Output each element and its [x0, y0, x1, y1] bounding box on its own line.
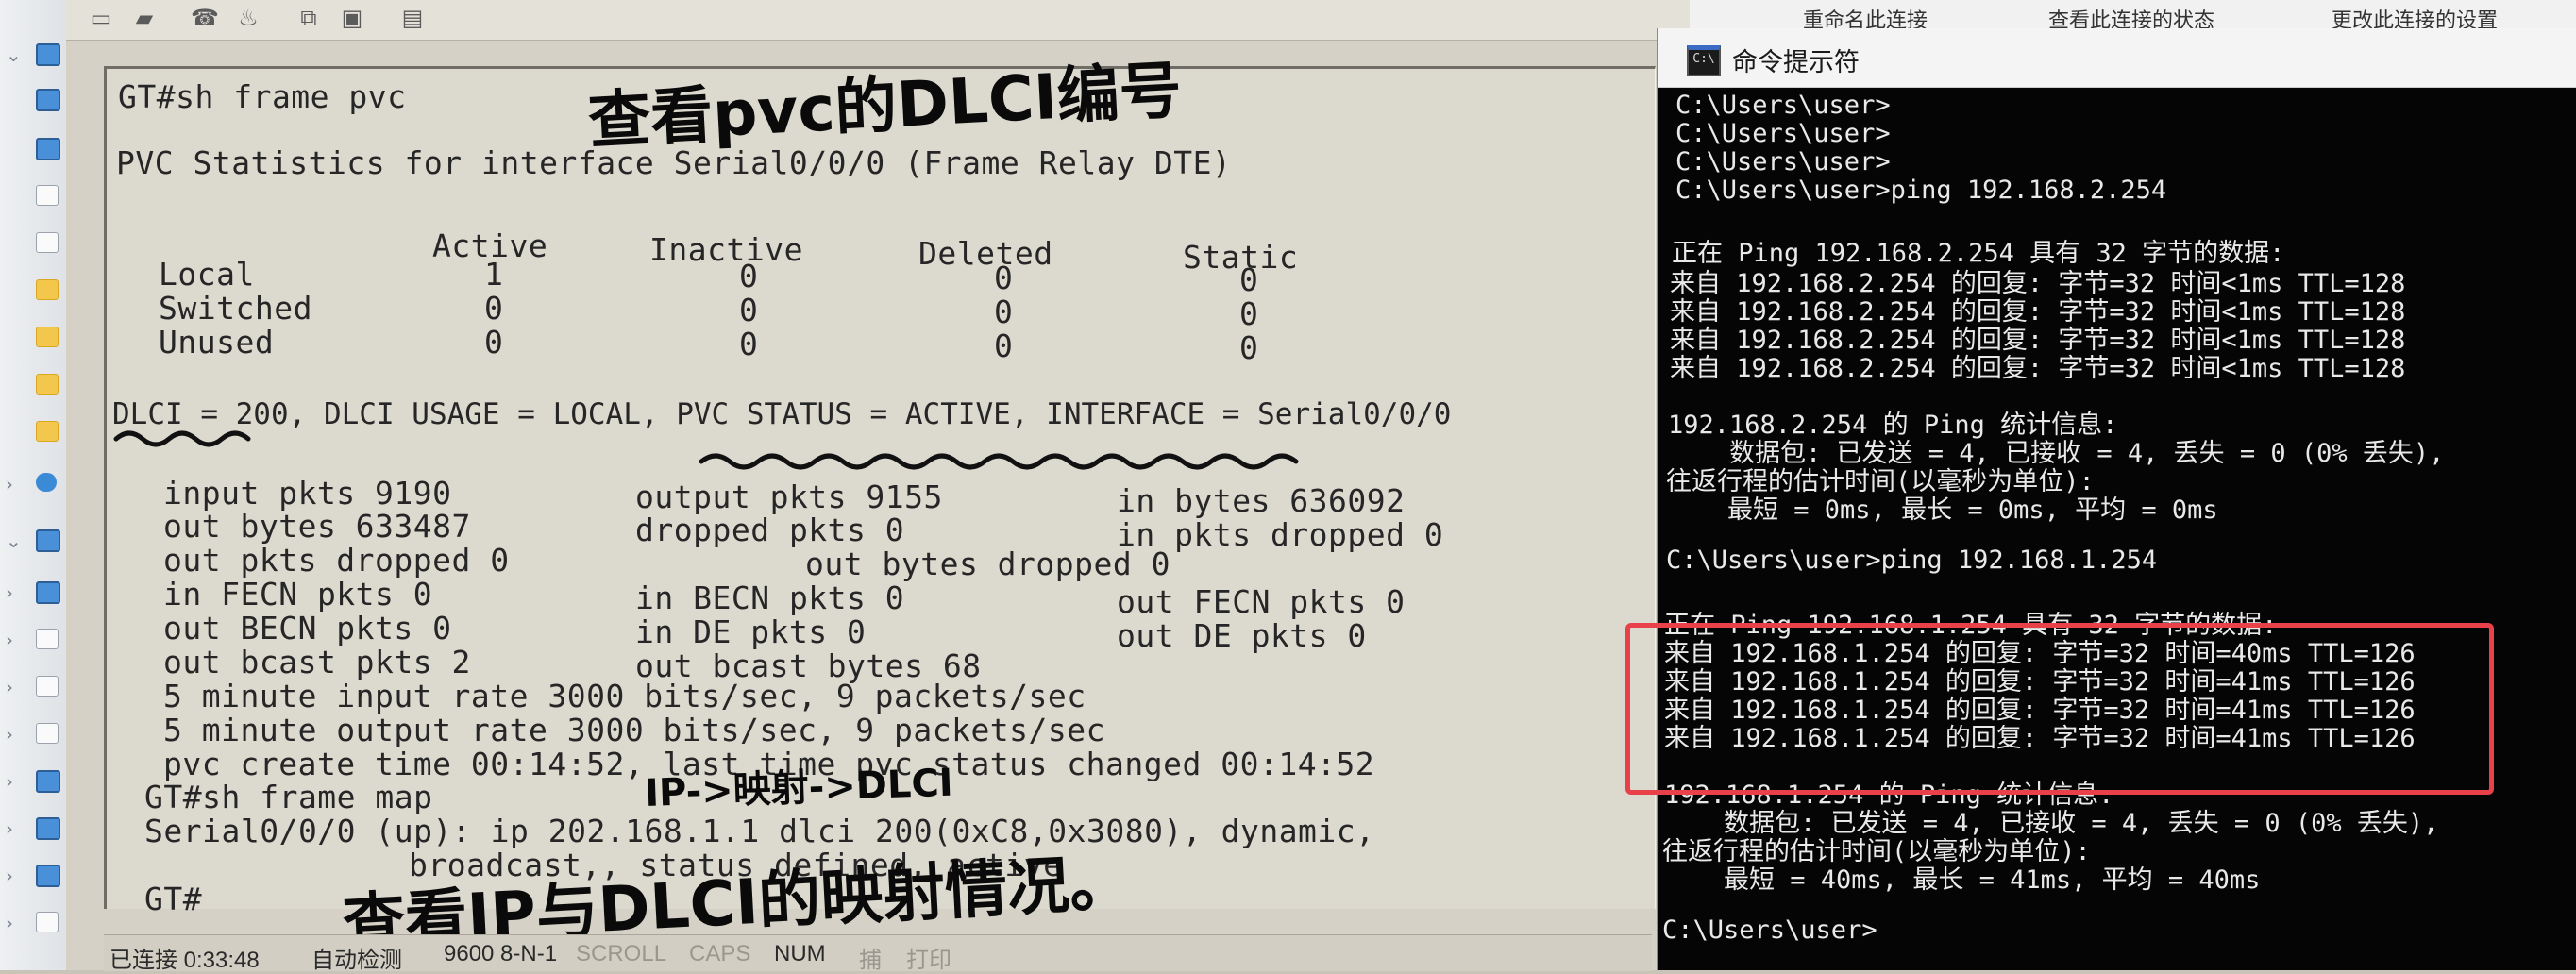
cmd-line: C:\Users\user>	[1675, 91, 1891, 120]
drive-icon	[36, 912, 59, 932]
window-title: 命令提示符	[1732, 48, 1860, 77]
paste-icon[interactable]: ▣	[336, 4, 368, 32]
sidebar-item[interactable]	[0, 132, 66, 164]
sidebar-item[interactable]: ›	[0, 467, 66, 499]
cmd-icon: C:\	[1687, 45, 1721, 76]
folder-icon	[36, 279, 59, 300]
cmd-line: C:\Users\user>ping 192.168.2.254	[1675, 176, 2167, 205]
cmd-line: 最短 = 40ms, 最长 = 41ms, 平均 = 40ms	[1662, 865, 2261, 895]
sidebar-item[interactable]: ›	[0, 717, 66, 749]
cmd-line: 最短 = 0ms, 最长 = 0ms, 平均 = 0ms	[1666, 495, 2218, 525]
open-icon[interactable]: ▰	[128, 4, 160, 32]
sidebar-item[interactable]	[0, 274, 66, 306]
sidebar-item[interactable]	[0, 321, 66, 353]
chevron-icon[interactable]: ⌄	[6, 43, 22, 66]
picture-icon	[36, 232, 59, 253]
properties-icon[interactable]: ▤	[396, 4, 429, 32]
status-scroll: SCROLL	[576, 941, 667, 966]
terminal-screen[interactable]: GT#sh frame pvc PVC Statistics for inter…	[104, 54, 1656, 960]
status-port: 9600 8-N-1	[444, 941, 558, 966]
explorer-sidebar: ⌄ › ⌄ › › › › › › › ›	[0, 0, 67, 970]
sidebar-item[interactable]: ›	[0, 764, 66, 797]
cmd-window[interactable]: C:\ 命令提示符 C:\Users\user> C:\Users\user> C:…	[1657, 28, 2576, 970]
chevron-icon[interactable]: ›	[6, 473, 13, 495]
sidebar-item[interactable]: ›	[0, 623, 66, 655]
squiggle-dlci	[113, 430, 251, 447]
folder-icon	[36, 421, 59, 442]
folder-icon	[36, 327, 59, 347]
status-capture: 捕	[859, 948, 882, 973]
sidebar-item[interactable]	[0, 415, 66, 447]
cloud-icon	[36, 473, 57, 492]
terminal-toolbar: ▭ ▰ ☎ ♨ ⧉ ▣ ▤	[66, 0, 1690, 41]
sidebar-item[interactable]	[0, 368, 66, 400]
status-print: 打印	[906, 948, 951, 973]
desktop-icon	[36, 89, 60, 111]
chevron-icon[interactable]: ›	[6, 912, 13, 934]
cmd-line: C:\Users\user>	[1675, 147, 1891, 176]
this-pc-icon	[36, 529, 60, 552]
sidebar-item[interactable]: ›	[0, 812, 66, 844]
cmd-line: C:\Users\user>	[1675, 119, 1891, 148]
terminal-status-bar: 已连接 0:33:48 自动检测 9600 8-N-1 SCROLL CAPS …	[104, 934, 1652, 973]
download-icon	[36, 770, 60, 793]
folder-icon	[36, 374, 59, 395]
terminal-window: ▭ ▰ ☎ ♨ ⧉ ▣ ▤ GT#sh frame pvc PVC Statis…	[66, 0, 1690, 973]
disconnect-icon[interactable]: ♨	[232, 4, 264, 32]
star-icon	[36, 43, 60, 66]
chevron-icon[interactable]: ›	[6, 723, 13, 746]
sidebar-item[interactable]	[0, 179, 66, 211]
sidebar-item[interactable]: ›	[0, 906, 66, 938]
sidebar-item[interactable]: ⌄	[0, 524, 66, 556]
download-icon	[36, 138, 60, 160]
picture-icon	[36, 676, 59, 697]
desktop-icon	[36, 865, 60, 887]
cmd-line: 来自 192.168.2.254 的回复: 字节=32 时间<1ms TTL=1…	[1670, 354, 2406, 383]
copy-icon[interactable]: ⧉	[293, 4, 325, 32]
new-session-icon[interactable]: ▭	[85, 4, 117, 32]
status-connected: 已连接 0:33:48	[109, 948, 260, 973]
status-num: NUM	[774, 941, 826, 966]
chevron-icon[interactable]: ›	[6, 581, 13, 604]
document-icon	[36, 723, 59, 744]
sidebar-item[interactable]: ⌄	[0, 38, 66, 70]
annotation-middle: IP->映射->DLCI	[644, 761, 954, 815]
document-icon	[36, 185, 59, 206]
connect-icon[interactable]: ☎	[189, 4, 221, 32]
squiggle-interface	[699, 453, 1299, 470]
cmd-line: C:\Users\user>ping 192.168.1.254	[1666, 546, 2158, 575]
status-mode: 自动检测	[311, 948, 402, 973]
chevron-icon[interactable]: ⌄	[6, 529, 22, 552]
sidebar-item[interactable]: ›	[0, 670, 66, 702]
status-caps: CAPS	[689, 941, 751, 966]
chevron-icon[interactable]: ›	[6, 817, 13, 840]
video-icon	[36, 629, 59, 649]
sidebar-item[interactable]: ›	[0, 576, 66, 608]
chevron-icon[interactable]: ›	[6, 770, 13, 793]
3d-objects-icon	[36, 581, 60, 604]
chevron-icon[interactable]: ›	[6, 676, 13, 698]
cmd-titlebar[interactable]: C:\ 命令提示符	[1658, 28, 2576, 88]
sidebar-item[interactable]	[0, 227, 66, 259]
sidebar-item[interactable]	[0, 83, 66, 115]
ping-highlight-box	[1625, 623, 2494, 795]
chevron-icon[interactable]: ›	[6, 629, 13, 651]
chevron-icon[interactable]: ›	[6, 865, 13, 887]
sidebar-item[interactable]: ›	[0, 859, 66, 891]
cmd-line: C:\Users\user>	[1662, 915, 1877, 945]
music-icon	[36, 817, 60, 840]
